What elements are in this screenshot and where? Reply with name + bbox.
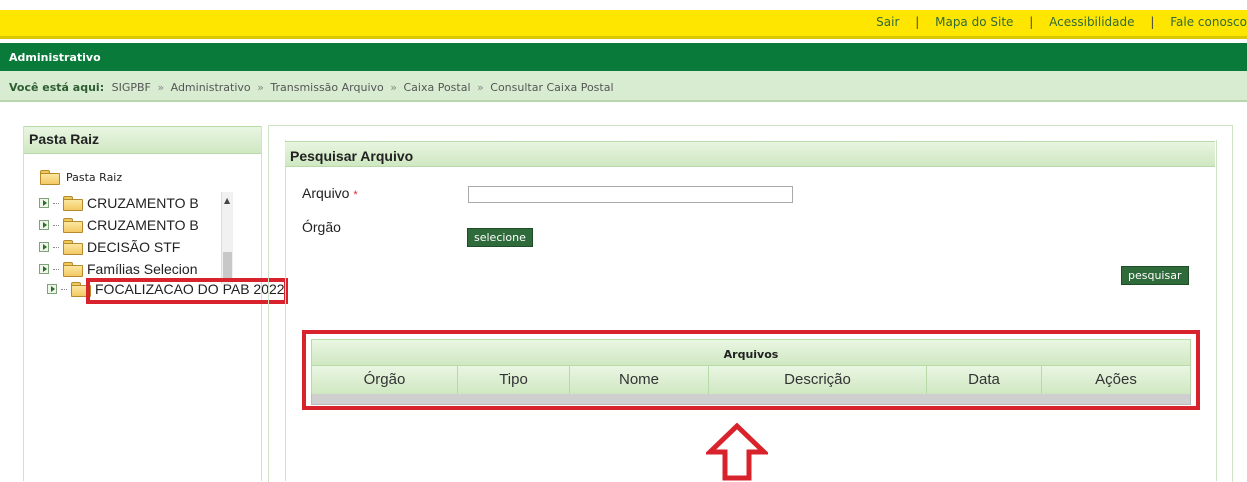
tree-item[interactable]: Famílias Selecion	[39, 258, 229, 280]
link-mapa-do-site[interactable]: Mapa do Site	[935, 15, 1013, 29]
top-bar: Sair | Mapa do Site | Acessibilidade | F…	[0, 10, 1247, 39]
admin-bar: Administrativo	[0, 43, 1247, 71]
expand-icon[interactable]	[39, 264, 49, 274]
tree-item-label: Famílias Selecion	[87, 261, 198, 277]
annotation-highlight-folder	[86, 278, 288, 304]
expand-icon[interactable]	[39, 220, 49, 230]
annotation-highlight-table	[302, 330, 1200, 410]
tree-root[interactable]: Pasta Raiz	[40, 170, 123, 185]
breadcrumb-item-transmissao-arquivo[interactable]: Transmissão Arquivo	[270, 81, 383, 94]
breadcrumb-separator: »	[257, 81, 264, 94]
folder-icon	[40, 170, 60, 185]
link-separator: |	[1150, 15, 1155, 29]
tree-item[interactable]: CRUZAMENTO B	[39, 214, 229, 236]
tree-item[interactable]: CRUZAMENTO B	[39, 192, 229, 214]
tree-connector	[61, 288, 67, 290]
tree-connector	[53, 224, 59, 226]
tree-connector	[53, 246, 59, 248]
breadcrumb-item-consultar-caixa-postal: Consultar Caixa Postal	[490, 81, 614, 94]
required-mark: *	[353, 189, 358, 201]
tree-connector	[53, 202, 59, 204]
search-header: Pesquisar Arquivo	[285, 141, 1215, 167]
breadcrumb-separator: »	[390, 81, 397, 94]
scroll-thumb[interactable]	[223, 252, 232, 280]
tree-item-label: CRUZAMENTO B	[87, 195, 199, 211]
breadcrumb-item-caixa-postal[interactable]: Caixa Postal	[403, 81, 470, 94]
breadcrumb-item-administrativo[interactable]: Administrativo	[171, 81, 251, 94]
folder-icon	[63, 196, 83, 211]
breadcrumb-item-sigpbf[interactable]: SIGPBF	[112, 81, 151, 94]
arquivo-label: Arquivo *	[302, 185, 358, 201]
breadcrumb-prefix: Você está aqui:	[9, 81, 105, 94]
expand-icon[interactable]	[39, 198, 49, 208]
tree-item-label: CRUZAMENTO B	[87, 217, 199, 233]
link-sair[interactable]: Sair	[876, 15, 899, 29]
link-separator: |	[915, 15, 920, 29]
tree-item[interactable]: DECISÃO STF	[39, 236, 229, 258]
admin-bar-title: Administrativo	[9, 51, 101, 64]
orgao-label: Órgão	[302, 219, 341, 235]
folder-tree-header: Pasta Raiz	[24, 126, 261, 154]
scroll-up-icon[interactable]: ▲	[224, 196, 230, 205]
breadcrumb-separator: »	[477, 81, 484, 94]
arquivo-label-text: Arquivo	[302, 185, 350, 201]
link-separator: |	[1029, 15, 1034, 29]
tree-connector	[53, 268, 59, 270]
expand-icon[interactable]	[47, 284, 57, 294]
tree-item-label: DECISÃO STF	[87, 239, 181, 255]
folder-icon	[63, 218, 83, 233]
breadcrumb-bar: Você está aqui: SIGPBF » Administrativo …	[0, 71, 1247, 102]
expand-icon[interactable]	[39, 242, 49, 252]
breadcrumb: Você está aqui: SIGPBF » Administrativo …	[9, 81, 614, 94]
link-acessibilidade[interactable]: Acessibilidade	[1049, 15, 1134, 29]
link-fale-conosco[interactable]: Fale conosco	[1170, 15, 1247, 29]
arquivo-input[interactable]	[468, 186, 793, 203]
tree-scrollbar[interactable]: ▲	[221, 192, 233, 284]
breadcrumb-separator: »	[157, 81, 165, 94]
selecione-button[interactable]: selecione	[467, 228, 533, 247]
top-links: Sair | Mapa do Site | Acessibilidade | F…	[876, 15, 1247, 29]
tree-root-label: Pasta Raiz	[66, 170, 123, 184]
arrow-up-icon	[706, 423, 768, 481]
pesquisar-button[interactable]: pesquisar	[1121, 266, 1189, 285]
folder-icon	[63, 240, 83, 255]
folder-icon	[63, 262, 83, 277]
